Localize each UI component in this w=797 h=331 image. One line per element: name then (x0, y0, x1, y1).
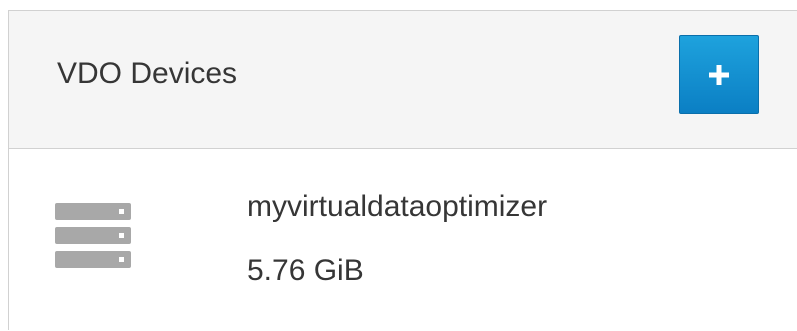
vdo-devices-panel: VDO Devices myvirtualdataoptimizer 5.76 … (8, 10, 797, 330)
add-vdo-device-button[interactable] (679, 35, 759, 114)
panel-title: VDO Devices (57, 57, 238, 90)
panel-header: VDO Devices (9, 11, 797, 149)
list-item[interactable]: myvirtualdataoptimizer 5.76 GiB (9, 149, 797, 331)
server-storage-icon (55, 203, 131, 268)
device-size: 5.76 GiB (247, 254, 364, 287)
plus-icon (709, 64, 729, 85)
device-name: myvirtualdataoptimizer (247, 190, 548, 223)
